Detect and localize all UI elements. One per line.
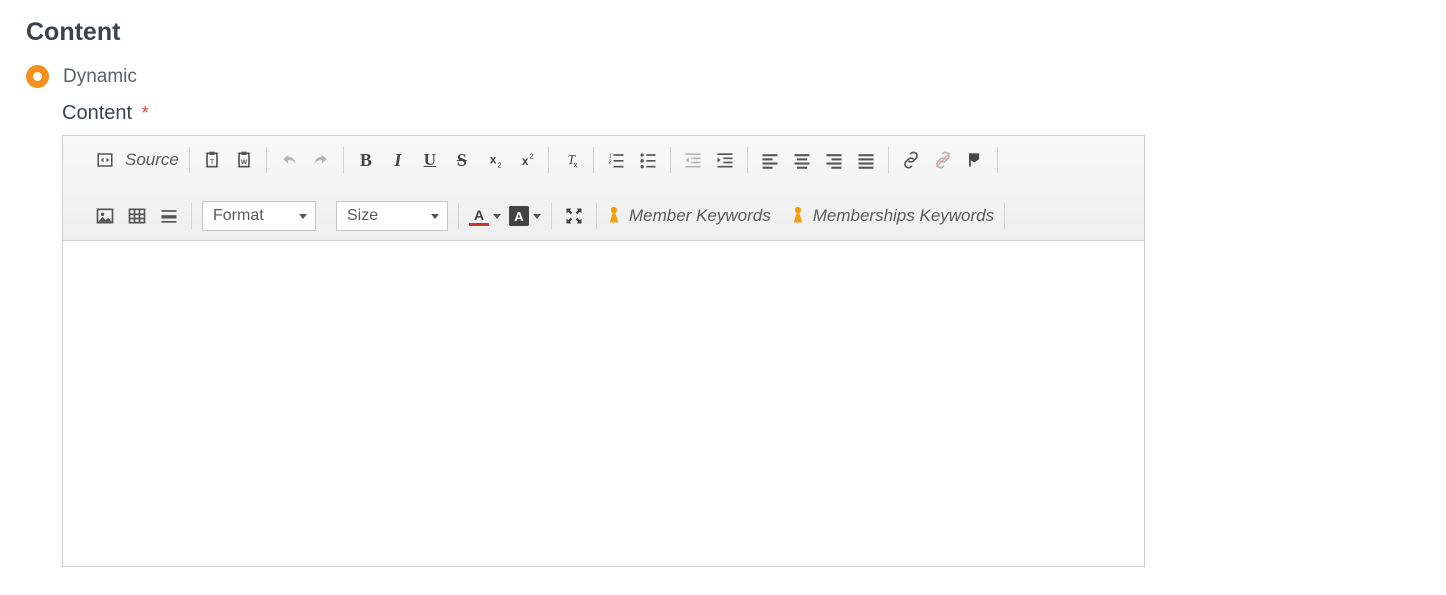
svg-text:2: 2 [497, 161, 501, 170]
radio-dynamic[interactable] [26, 65, 49, 88]
strikethrough-icon[interactable]: S [450, 148, 474, 172]
radio-dot-icon [33, 72, 42, 81]
required-marker: * [142, 103, 149, 123]
align-right-icon[interactable] [822, 148, 846, 172]
separator [1004, 203, 1005, 229]
undo-icon [277, 148, 301, 172]
editor-toolbar: Source T W [63, 136, 1144, 241]
outdent-icon [681, 148, 705, 172]
remove-format-icon[interactable]: Tx [559, 148, 583, 172]
bulleted-list-icon[interactable] [636, 148, 660, 172]
indent-icon[interactable] [713, 148, 737, 172]
keyword-marker-icon [791, 206, 805, 226]
keyword-marker-icon [607, 206, 621, 226]
member-keywords-button[interactable]: Member Keywords [607, 206, 771, 226]
editor-content-area[interactable] [63, 241, 1144, 566]
table-icon[interactable] [125, 204, 149, 228]
memberships-keywords-label: Memberships Keywords [813, 206, 994, 226]
subscript-icon[interactable]: x2 [482, 148, 506, 172]
memberships-keywords-button[interactable]: Memberships Keywords [791, 206, 994, 226]
image-icon[interactable] [93, 204, 117, 228]
radio-dynamic-label: Dynamic [63, 66, 137, 88]
content-type-radio-row: Dynamic [26, 65, 1420, 88]
svg-text:T: T [210, 157, 215, 166]
unlink-icon [931, 148, 955, 172]
text-color-icon: A [469, 206, 489, 226]
svg-text:W: W [241, 159, 248, 166]
chevron-down-icon [431, 214, 439, 219]
chevron-down-icon [299, 214, 307, 219]
svg-text:x: x [490, 153, 497, 166]
horizontal-rule-icon[interactable] [157, 204, 181, 228]
svg-text:x: x [522, 155, 529, 168]
paste-plain-text-icon[interactable]: T [200, 148, 224, 172]
anchor-icon[interactable] [963, 148, 987, 172]
section-heading: Content [26, 18, 1420, 47]
redo-icon [309, 148, 333, 172]
paste-from-word-icon[interactable]: W [232, 148, 256, 172]
superscript-icon[interactable]: x2 [514, 148, 538, 172]
background-color-icon: A [509, 206, 529, 226]
svg-text:2: 2 [529, 151, 533, 160]
source-button[interactable]: Source [125, 150, 179, 170]
svg-text:2: 2 [608, 159, 611, 165]
maximize-icon[interactable] [562, 204, 586, 228]
italic-icon[interactable]: I [386, 148, 410, 172]
size-dropdown-label: Size [347, 207, 378, 225]
member-keywords-label: Member Keywords [629, 206, 771, 226]
svg-text:x: x [573, 160, 578, 170]
content-field-label-text: Content [62, 102, 132, 124]
size-dropdown[interactable]: Size [336, 201, 448, 231]
separator [997, 147, 998, 173]
align-justify-icon[interactable] [854, 148, 878, 172]
source-code-icon[interactable] [93, 148, 117, 172]
format-dropdown[interactable]: Format [202, 201, 316, 231]
align-left-icon[interactable] [758, 148, 782, 172]
underline-icon[interactable]: U [418, 148, 442, 172]
chevron-down-icon [533, 214, 541, 219]
link-icon[interactable] [899, 148, 923, 172]
format-dropdown-label: Format [213, 207, 264, 225]
background-color-button[interactable]: A [509, 206, 541, 226]
text-color-button[interactable]: A [469, 206, 501, 226]
bold-icon[interactable]: B [354, 148, 378, 172]
numbered-list-icon[interactable]: 12 [604, 148, 628, 172]
chevron-down-icon [493, 214, 501, 219]
align-center-icon[interactable] [790, 148, 814, 172]
rich-text-editor: Source T W [62, 135, 1145, 567]
content-field-label: Content * [62, 102, 1420, 125]
